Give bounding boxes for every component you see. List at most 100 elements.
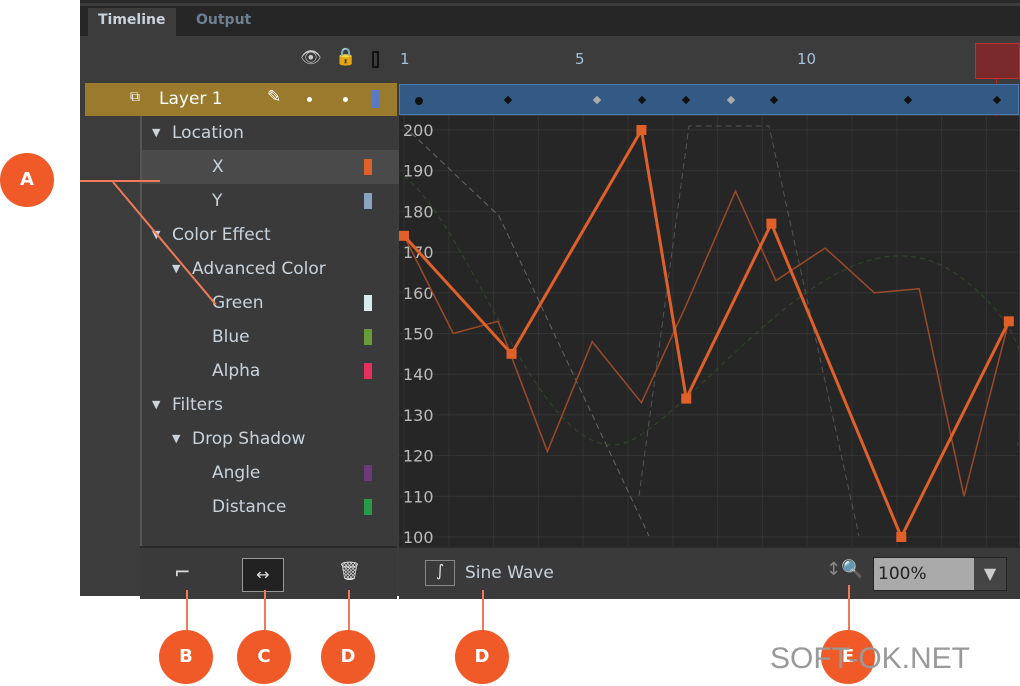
layer-color[interactable]	[372, 90, 379, 108]
keyframe[interactable]	[903, 95, 913, 105]
outline-icon[interactable]	[372, 51, 379, 68]
property-row[interactable]: ▼Color Effect	[142, 218, 399, 252]
callout-line	[80, 180, 160, 182]
property-row[interactable]: X	[142, 150, 399, 184]
property-color-swatch	[364, 329, 372, 345]
frame-label: 1	[400, 50, 410, 68]
pencil-icon[interactable]: ✎	[267, 87, 281, 107]
timeline-panel: Timeline Output 👁 🔒 1 5 10 ⧉ Layer 1 ✎ ▼…	[80, 0, 1020, 599]
ghost-curve	[403, 175, 1020, 447]
tab-bar: Timeline Output	[80, 6, 1020, 36]
zoom-value: 100%	[878, 564, 927, 584]
layer-keyframe-bar[interactable]	[399, 84, 1019, 115]
property-row[interactable]: ▼ Location	[142, 116, 399, 150]
property-row[interactable]: Angle	[142, 456, 399, 490]
y-tick-label: 100	[403, 528, 434, 546]
property-row[interactable]: Green	[142, 286, 399, 320]
property-label: Location	[172, 123, 244, 143]
chevron-down-icon[interactable]: ▼	[974, 558, 1006, 590]
keyframe[interactable]	[637, 95, 647, 105]
keyframe[interactable]	[726, 95, 736, 105]
property-label: Y	[212, 191, 223, 211]
keyframe[interactable]	[769, 95, 779, 105]
property-label: Drop Shadow	[192, 429, 306, 449]
callout-d: D	[455, 630, 509, 684]
property-label: Green	[212, 293, 264, 313]
property-label: Color Effect	[172, 225, 271, 245]
property-row[interactable]: ▼ Advanced Color	[142, 252, 399, 286]
keyframe[interactable]	[415, 97, 423, 105]
layer-row[interactable]: ⧉ Layer 1 ✎	[85, 83, 397, 116]
y-tick-label: 180	[403, 202, 434, 221]
callout-c: C	[237, 630, 291, 684]
callout-line	[264, 590, 266, 630]
playhead[interactable]	[975, 43, 1020, 79]
property-row[interactable]: Blue	[142, 320, 399, 354]
motion-graph[interactable]: 200 190 180 170 160 150 140 130 120 110 100	[399, 116, 1020, 547]
property-color-swatch	[364, 363, 372, 379]
property-label: Distance	[212, 497, 287, 517]
data-point	[506, 348, 517, 359]
layer-name: Layer 1	[159, 89, 223, 109]
property-color-swatch	[364, 159, 372, 175]
callout-line	[186, 590, 188, 630]
tab-timeline[interactable]: Timeline	[88, 8, 176, 36]
property-tree: ▼LocationXY▼Color Effect▼Advanced ColorG…	[140, 116, 399, 546]
keyframe[interactable]	[681, 95, 691, 105]
timeline-header: 👁 🔒	[80, 36, 1020, 83]
lock-dot[interactable]	[343, 97, 348, 102]
eye-icon[interactable]: 👁	[300, 48, 322, 68]
y-tick-label: 110	[403, 487, 434, 506]
series-line	[403, 189, 1010, 497]
watermark: SOFT-OK.NET	[770, 642, 971, 675]
visibility-dot[interactable]	[307, 97, 312, 102]
y-tick-label: 130	[403, 406, 434, 425]
property-row[interactable]: ▼ Filters	[142, 388, 399, 422]
data-point	[766, 218, 777, 229]
trash-icon[interactable]: 🗑	[338, 561, 361, 582]
keyframe[interactable]	[992, 95, 1002, 105]
vertical-zoom-icon[interactable]: ↕🔍	[826, 559, 864, 580]
y-tick-label: 140	[403, 365, 434, 384]
data-point	[1003, 316, 1014, 327]
fit-view-button[interactable]: ↔	[242, 558, 284, 592]
data-point	[636, 125, 647, 135]
preset-name[interactable]: Sine Wave	[465, 563, 554, 583]
callout-line	[482, 590, 484, 630]
y-tick-label: 190	[403, 162, 434, 181]
expand-triangle-icon[interactable]: ▼	[152, 388, 160, 422]
property-row[interactable]: Distance	[142, 490, 399, 524]
graph-footer: ∫ Sine Wave ↕🔍 100% ▼	[399, 546, 1020, 599]
sine-wave-icon[interactable]: ∫	[425, 560, 455, 586]
property-label: Angle	[212, 463, 261, 483]
expand-triangle-icon[interactable]: ▼	[172, 422, 180, 456]
y-tick-label: 120	[403, 447, 434, 466]
ease-curve-icon[interactable]: ⌐	[174, 560, 191, 584]
property-color-swatch	[364, 465, 372, 481]
data-point	[681, 393, 692, 404]
callout-line	[848, 585, 850, 630]
property-row[interactable]: ▼ Drop Shadow	[142, 422, 399, 456]
keyframe[interactable]	[503, 95, 513, 105]
property-label: Blue	[212, 327, 250, 347]
property-row[interactable]: Alpha	[142, 354, 399, 388]
tab-output[interactable]: Output	[186, 8, 261, 36]
property-label: Advanced Color	[192, 259, 326, 279]
property-color-swatch	[364, 193, 372, 209]
callout-line	[348, 590, 350, 630]
lock-icon[interactable]: 🔒	[335, 47, 356, 67]
callout-a: A	[0, 153, 54, 207]
zoom-select[interactable]: 100% ▼	[873, 557, 1007, 591]
callout-b: B	[159, 630, 213, 684]
expand-triangle-icon[interactable]: ▼	[152, 116, 160, 150]
layer-icon: ⧉	[130, 89, 140, 105]
y-tick-label: 200	[403, 121, 434, 140]
keyframe[interactable]	[592, 95, 602, 105]
property-label: Alpha	[212, 361, 261, 381]
ghost-curve	[638, 125, 860, 537]
tree-footer: ⌐ ↔ 🗑	[140, 546, 397, 599]
property-color-swatch	[364, 499, 372, 515]
callout-d: D	[321, 630, 375, 684]
property-row[interactable]: Y	[142, 184, 399, 218]
frame-label: 5	[575, 50, 585, 68]
